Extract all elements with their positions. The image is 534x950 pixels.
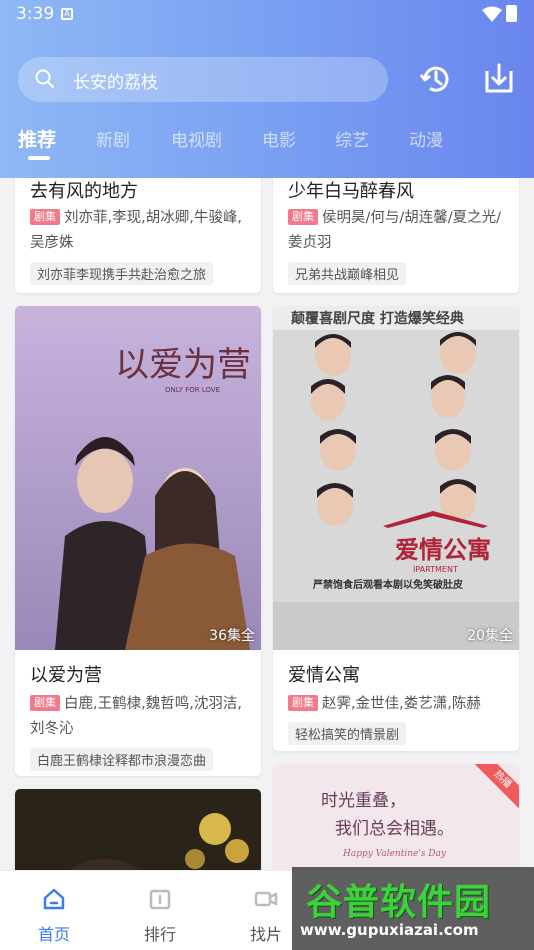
poster-slogan-text: 颠覆喜剧尺度 打造爆笑经典 bbox=[290, 310, 464, 327]
nav-home-label: 首页 bbox=[37, 925, 70, 944]
watermark-url: www.gupuxiazai.com bbox=[300, 921, 479, 939]
card-cast: 剧集 白鹿,王鹤棣,魏哲鸣,沈羽洁,刘冬沁 bbox=[30, 692, 251, 742]
home-icon bbox=[43, 888, 65, 910]
ranking-icon bbox=[149, 889, 171, 910]
video-card[interactable]: 以爱为营 ONLY FOR LOVE 36集全 以爱为营 剧集 白鹿,王鹤棣,魏哲… bbox=[15, 306, 261, 776]
poster-title-text: 以爱为营 bbox=[115, 345, 251, 385]
poster-logo-text: 爱情公寓 bbox=[395, 536, 491, 564]
poster-image bbox=[15, 789, 261, 870]
video-card[interactable] bbox=[15, 789, 261, 870]
tab-movies[interactable]: 电影 bbox=[262, 126, 296, 151]
poster-image: 以爱为营 ONLY FOR LOVE bbox=[15, 306, 261, 650]
cast-text: 侯明昊/何与/胡连馨/夏之光/姜贞羽 bbox=[288, 210, 502, 251]
nav-home[interactable]: 首页 bbox=[14, 871, 94, 950]
video-card[interactable]: 去有风的地方 剧集 刘亦菲,李现,胡冰卿,牛骏峰,吴彦姝 刘亦菲李现携手共赴治愈之… bbox=[15, 178, 261, 293]
watermark: 谷普软件园 www.gupuxiazai.com bbox=[292, 867, 534, 950]
card-title: 去有风的地方 bbox=[30, 181, 138, 202]
battery-icon bbox=[506, 5, 517, 22]
search-bar[interactable]: 长安的荔枝 bbox=[18, 57, 388, 102]
video-card[interactable]: 时光重叠， 我们总会相遇。 Happy Valentine's Day 热播 bbox=[273, 764, 519, 870]
status-bar: 3:39 A bbox=[0, 0, 534, 30]
poster-subtitle-text: ONLY FOR LOVE bbox=[165, 386, 220, 394]
poster-line3-text: Happy Valentine's Day bbox=[342, 849, 447, 859]
card-tag: 兄弟共战巅峰相见 bbox=[288, 262, 407, 285]
wifi-icon bbox=[482, 6, 502, 22]
tab-tv-series[interactable]: 电视剧 bbox=[171, 126, 222, 151]
cast-text: 刘亦菲,李现,胡冰卿,牛骏峰,吴彦姝 bbox=[30, 210, 242, 251]
card-tag: 刘亦菲李现携手共赴治愈之旅 bbox=[30, 262, 214, 285]
poster-line1-text: 时光重叠， bbox=[321, 791, 406, 811]
video-camera-icon bbox=[254, 891, 278, 907]
tab-variety[interactable]: 综艺 bbox=[335, 126, 369, 151]
history-icon[interactable] bbox=[417, 61, 453, 97]
episode-count: 36集全 bbox=[209, 628, 255, 644]
notification-icon: A bbox=[61, 8, 73, 20]
card-title: 爱情公寓 bbox=[288, 665, 360, 686]
nav-ranking-label: 排行 bbox=[143, 925, 176, 944]
card-cast: 剧集 侯明昊/何与/胡连馨/夏之光/姜贞羽 bbox=[288, 206, 509, 256]
series-badge: 剧集 bbox=[288, 695, 318, 711]
tab-indicator bbox=[28, 156, 50, 160]
video-card[interactable]: 颠覆喜剧尺度 打造爆笑经典 爱情公寓 IPARTMENT 严禁饱食后观看本剧以免… bbox=[273, 306, 519, 751]
tab-recommend[interactable]: 推荐 bbox=[18, 125, 56, 152]
category-tabs: 推荐 新剧 电视剧 电影 综艺 动漫 bbox=[0, 122, 534, 162]
series-badge: 剧集 bbox=[30, 695, 60, 711]
tab-anime[interactable]: 动漫 bbox=[409, 126, 443, 151]
episode-count: 20集全 bbox=[467, 628, 513, 644]
nav-ranking[interactable]: 排行 bbox=[120, 871, 200, 950]
card-tag: 轻松搞笑的情景剧 bbox=[288, 722, 407, 745]
card-tag: 白鹿王鹤棣诠释都市浪漫恋曲 bbox=[30, 748, 214, 771]
header: 3:39 A 长安的荔枝 推荐 新剧 电视剧 电影 综艺 动漫 bbox=[0, 0, 534, 178]
watermark-brand: 谷普软件园 bbox=[306, 882, 492, 923]
poster-logo-en-text: IPARTMENT bbox=[413, 565, 458, 574]
search-icon bbox=[35, 69, 54, 88]
poster-image: 时光重叠， 我们总会相遇。 Happy Valentine's Day bbox=[273, 764, 519, 870]
tab-new-drama[interactable]: 新剧 bbox=[96, 126, 130, 151]
series-badge: 剧集 bbox=[30, 209, 60, 225]
cast-text: 白鹿,王鹤棣,魏哲鸣,沈羽洁,刘冬沁 bbox=[30, 696, 242, 737]
search-input[interactable]: 长安的荔枝 bbox=[73, 68, 158, 93]
card-title: 以爱为营 bbox=[30, 665, 102, 686]
series-badge: 剧集 bbox=[288, 209, 318, 225]
cast-text: 赵霁,金世佳,娄艺潇,陈赫 bbox=[322, 696, 481, 712]
card-cast: 剧集 赵霁,金世佳,娄艺潇,陈赫 bbox=[288, 692, 509, 717]
content-feed[interactable]: 去有风的地方 剧集 刘亦菲,李现,胡冰卿,牛骏峰,吴彦姝 刘亦菲李现携手共赴治愈之… bbox=[0, 178, 534, 870]
status-time: 3:39 bbox=[16, 4, 55, 24]
poster-line2-text: 我们总会相遇。 bbox=[335, 819, 454, 839]
poster-warning-text: 严禁饱食后观看本剧以免笑破肚皮 bbox=[312, 578, 463, 591]
card-cast: 剧集 刘亦菲,李现,胡冰卿,牛骏峰,吴彦姝 bbox=[30, 206, 251, 256]
poster-image: 颠覆喜剧尺度 打造爆笑经典 爱情公寓 IPARTMENT 严禁饱食后观看本剧以免… bbox=[273, 306, 519, 650]
download-icon[interactable] bbox=[481, 61, 517, 97]
card-title: 少年白马醉春风 bbox=[288, 181, 414, 202]
video-card[interactable]: 少年白马醉春风 剧集 侯明昊/何与/胡连馨/夏之光/姜贞羽 兄弟共战巅峰相见 bbox=[273, 178, 519, 293]
